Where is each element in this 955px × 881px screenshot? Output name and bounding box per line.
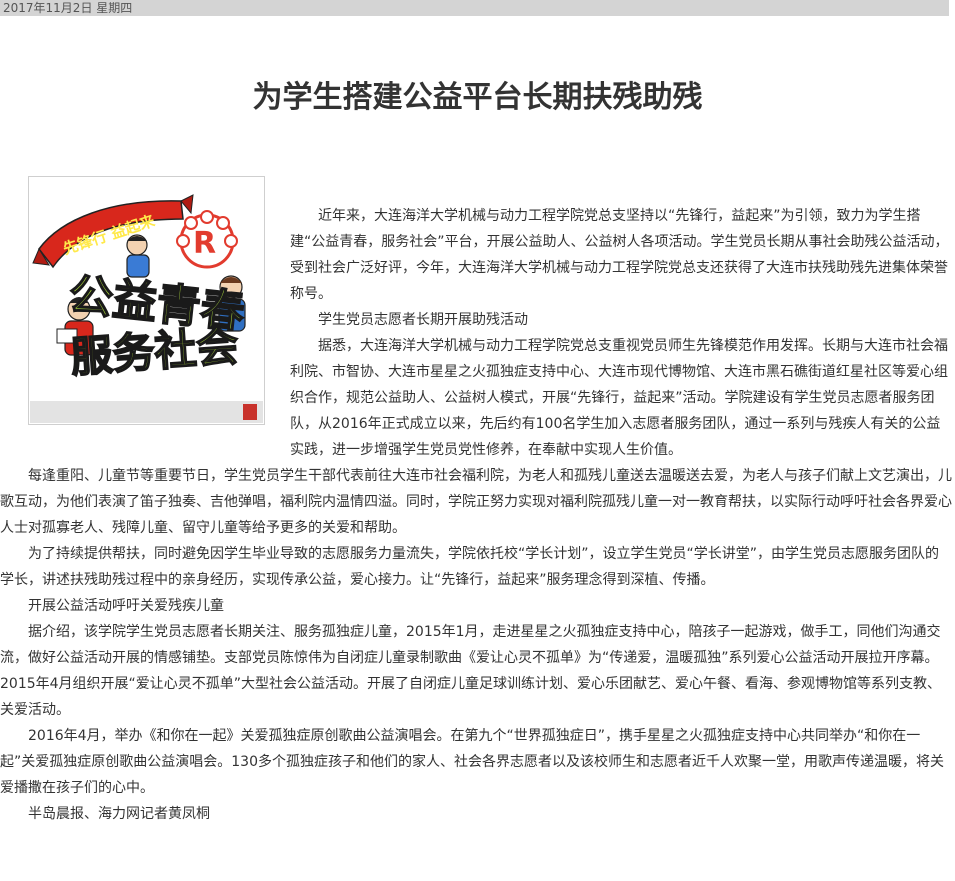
article-title: 为学生搭建公益平台长期扶残助残 bbox=[252, 80, 703, 115]
date-text: 2017年11月2日 星期四 bbox=[3, 1, 133, 15]
image-spacer bbox=[0, 176, 290, 446]
paragraph-4: 为了持续提供帮扶，同时避免因学生毕业导致的志愿服务力量流失，学院依托校“学长计划… bbox=[0, 546, 940, 588]
paragraph-6: 2016年4月，举办《和你在一起》关爱孤独症原创歌曲公益演唱会。在第九个“世界孤… bbox=[0, 728, 944, 796]
byline: 半岛晨报、海力网记者黄凤桐 bbox=[28, 806, 210, 822]
article-body: 近年来，大连海洋大学机械与动力工程学院党总支坚持以“先锋行，益起来”为引领，致力… bbox=[0, 203, 952, 827]
date-bar: 2017年11月2日 星期四 bbox=[0, 0, 949, 16]
paragraph-3: 每逢重阳、儿童节等重要节日，学生党员学生干部代表前往大连市社会福利院，为老人和孤… bbox=[0, 468, 952, 536]
section-heading-2: 开展公益活动呼吁关爱残疾儿童 bbox=[28, 598, 224, 614]
paragraph-5: 据介绍，该学院学生党员志愿者长期关注、服务孤独症儿童，2015年1月，走进星星之… bbox=[0, 624, 942, 718]
